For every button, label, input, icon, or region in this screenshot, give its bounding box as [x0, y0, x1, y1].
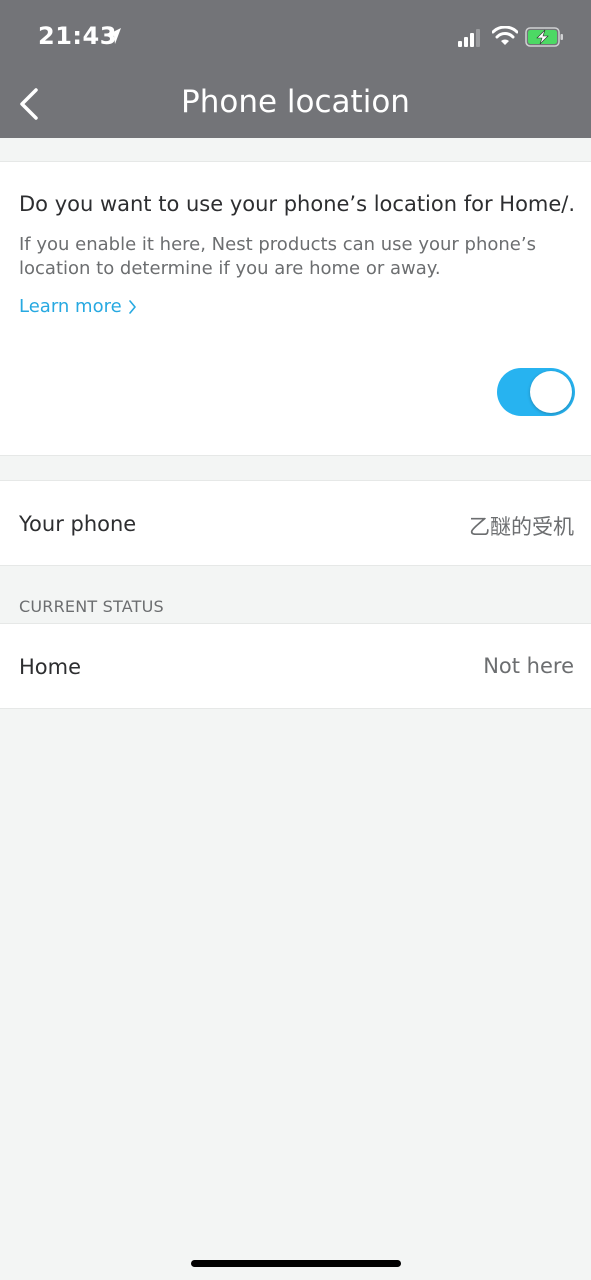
- cellular-signal-icon: [458, 29, 480, 47]
- location-question: Do you want to use your phone’s location…: [19, 192, 574, 216]
- learn-more-link[interactable]: Learn more: [19, 296, 137, 317]
- phone-location-toggle[interactable]: [497, 368, 575, 416]
- your-phone-label: Your phone: [19, 512, 137, 536]
- home-label: Home: [19, 655, 82, 679]
- battery-charging-icon: [525, 27, 563, 47]
- current-status-header: CURRENT STATUS: [19, 597, 164, 616]
- home-status-value: Not here: [483, 654, 574, 678]
- wifi-icon: [492, 26, 518, 45]
- toggle-knob: [530, 371, 572, 413]
- nav-header: 21:43 Phone location: [0, 0, 591, 138]
- your-phone-value: 乙醚的受机: [469, 515, 574, 539]
- phone-location-card: Do you want to use your phone’s location…: [0, 161, 591, 456]
- home-status-row: Home Not here: [0, 623, 591, 709]
- your-phone-row[interactable]: Your phone 乙醚的受机: [0, 480, 591, 566]
- location-arrow-icon: [107, 28, 121, 44]
- chevron-right-icon: [128, 299, 136, 314]
- home-indicator[interactable]: [191, 1260, 401, 1267]
- learn-more-label: Learn more: [19, 296, 122, 317]
- page-title: Phone location: [181, 84, 410, 120]
- location-description: If you enable it here, Nest products can…: [19, 234, 536, 279]
